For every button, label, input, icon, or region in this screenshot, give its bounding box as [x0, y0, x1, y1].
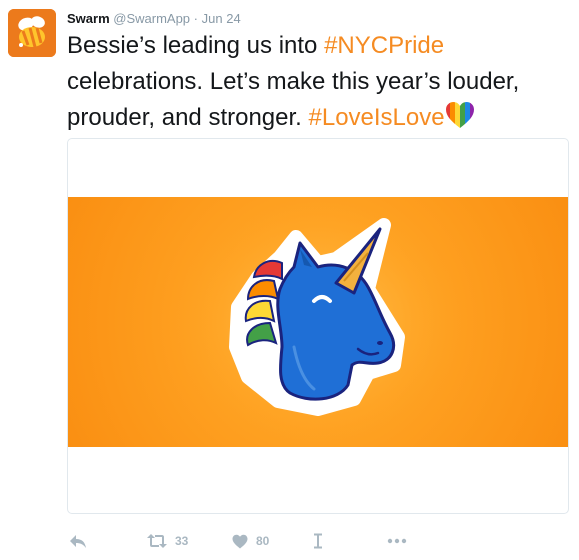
meta-separator: · — [193, 11, 199, 26]
tweet-actions: 33 80 — [67, 528, 567, 554]
tweet-timestamp[interactable]: Jun 24 — [202, 11, 241, 26]
author-handle[interactable]: @SwarmApp — [113, 11, 190, 26]
media-card[interactable] — [67, 138, 569, 514]
tweet-card: Swarm @SwarmApp · Jun 24 Bessie’s leadin… — [0, 0, 579, 560]
direct-message-button[interactable] — [313, 530, 323, 552]
like-count: 80 — [256, 534, 270, 548]
tweet-text-part1: Bessie’s leading us into — [67, 32, 325, 59]
rainbow-unicorn-sticker-icon — [168, 202, 468, 442]
reply-icon — [70, 535, 86, 548]
retweet-button[interactable]: 33 — [147, 530, 188, 552]
reply-button[interactable] — [69, 530, 87, 552]
retweet-icon — [147, 534, 167, 548]
more-icon — [387, 538, 407, 544]
swarm-bee-logo-icon — [8, 9, 56, 57]
retweet-count: 33 — [175, 534, 189, 548]
hashtag-nycpride[interactable]: #NYCPride — [324, 32, 444, 59]
heart-icon — [232, 534, 248, 548]
more-button[interactable] — [387, 530, 407, 552]
direct-message-icon — [314, 533, 322, 549]
rainbow-heart-emoji-icon — [445, 102, 474, 128]
avatar[interactable] — [8, 9, 56, 57]
hashtag-loveislove[interactable]: #LoveIsLove — [309, 104, 445, 131]
author-name[interactable]: Swarm — [67, 11, 110, 26]
like-button[interactable]: 80 — [232, 530, 269, 552]
tweet-text: Bessie’s leading us into #NYCPride celeb… — [67, 28, 567, 136]
tweet-header: Swarm @SwarmApp · Jun 24 — [67, 10, 241, 28]
media-image[interactable] — [68, 197, 568, 447]
